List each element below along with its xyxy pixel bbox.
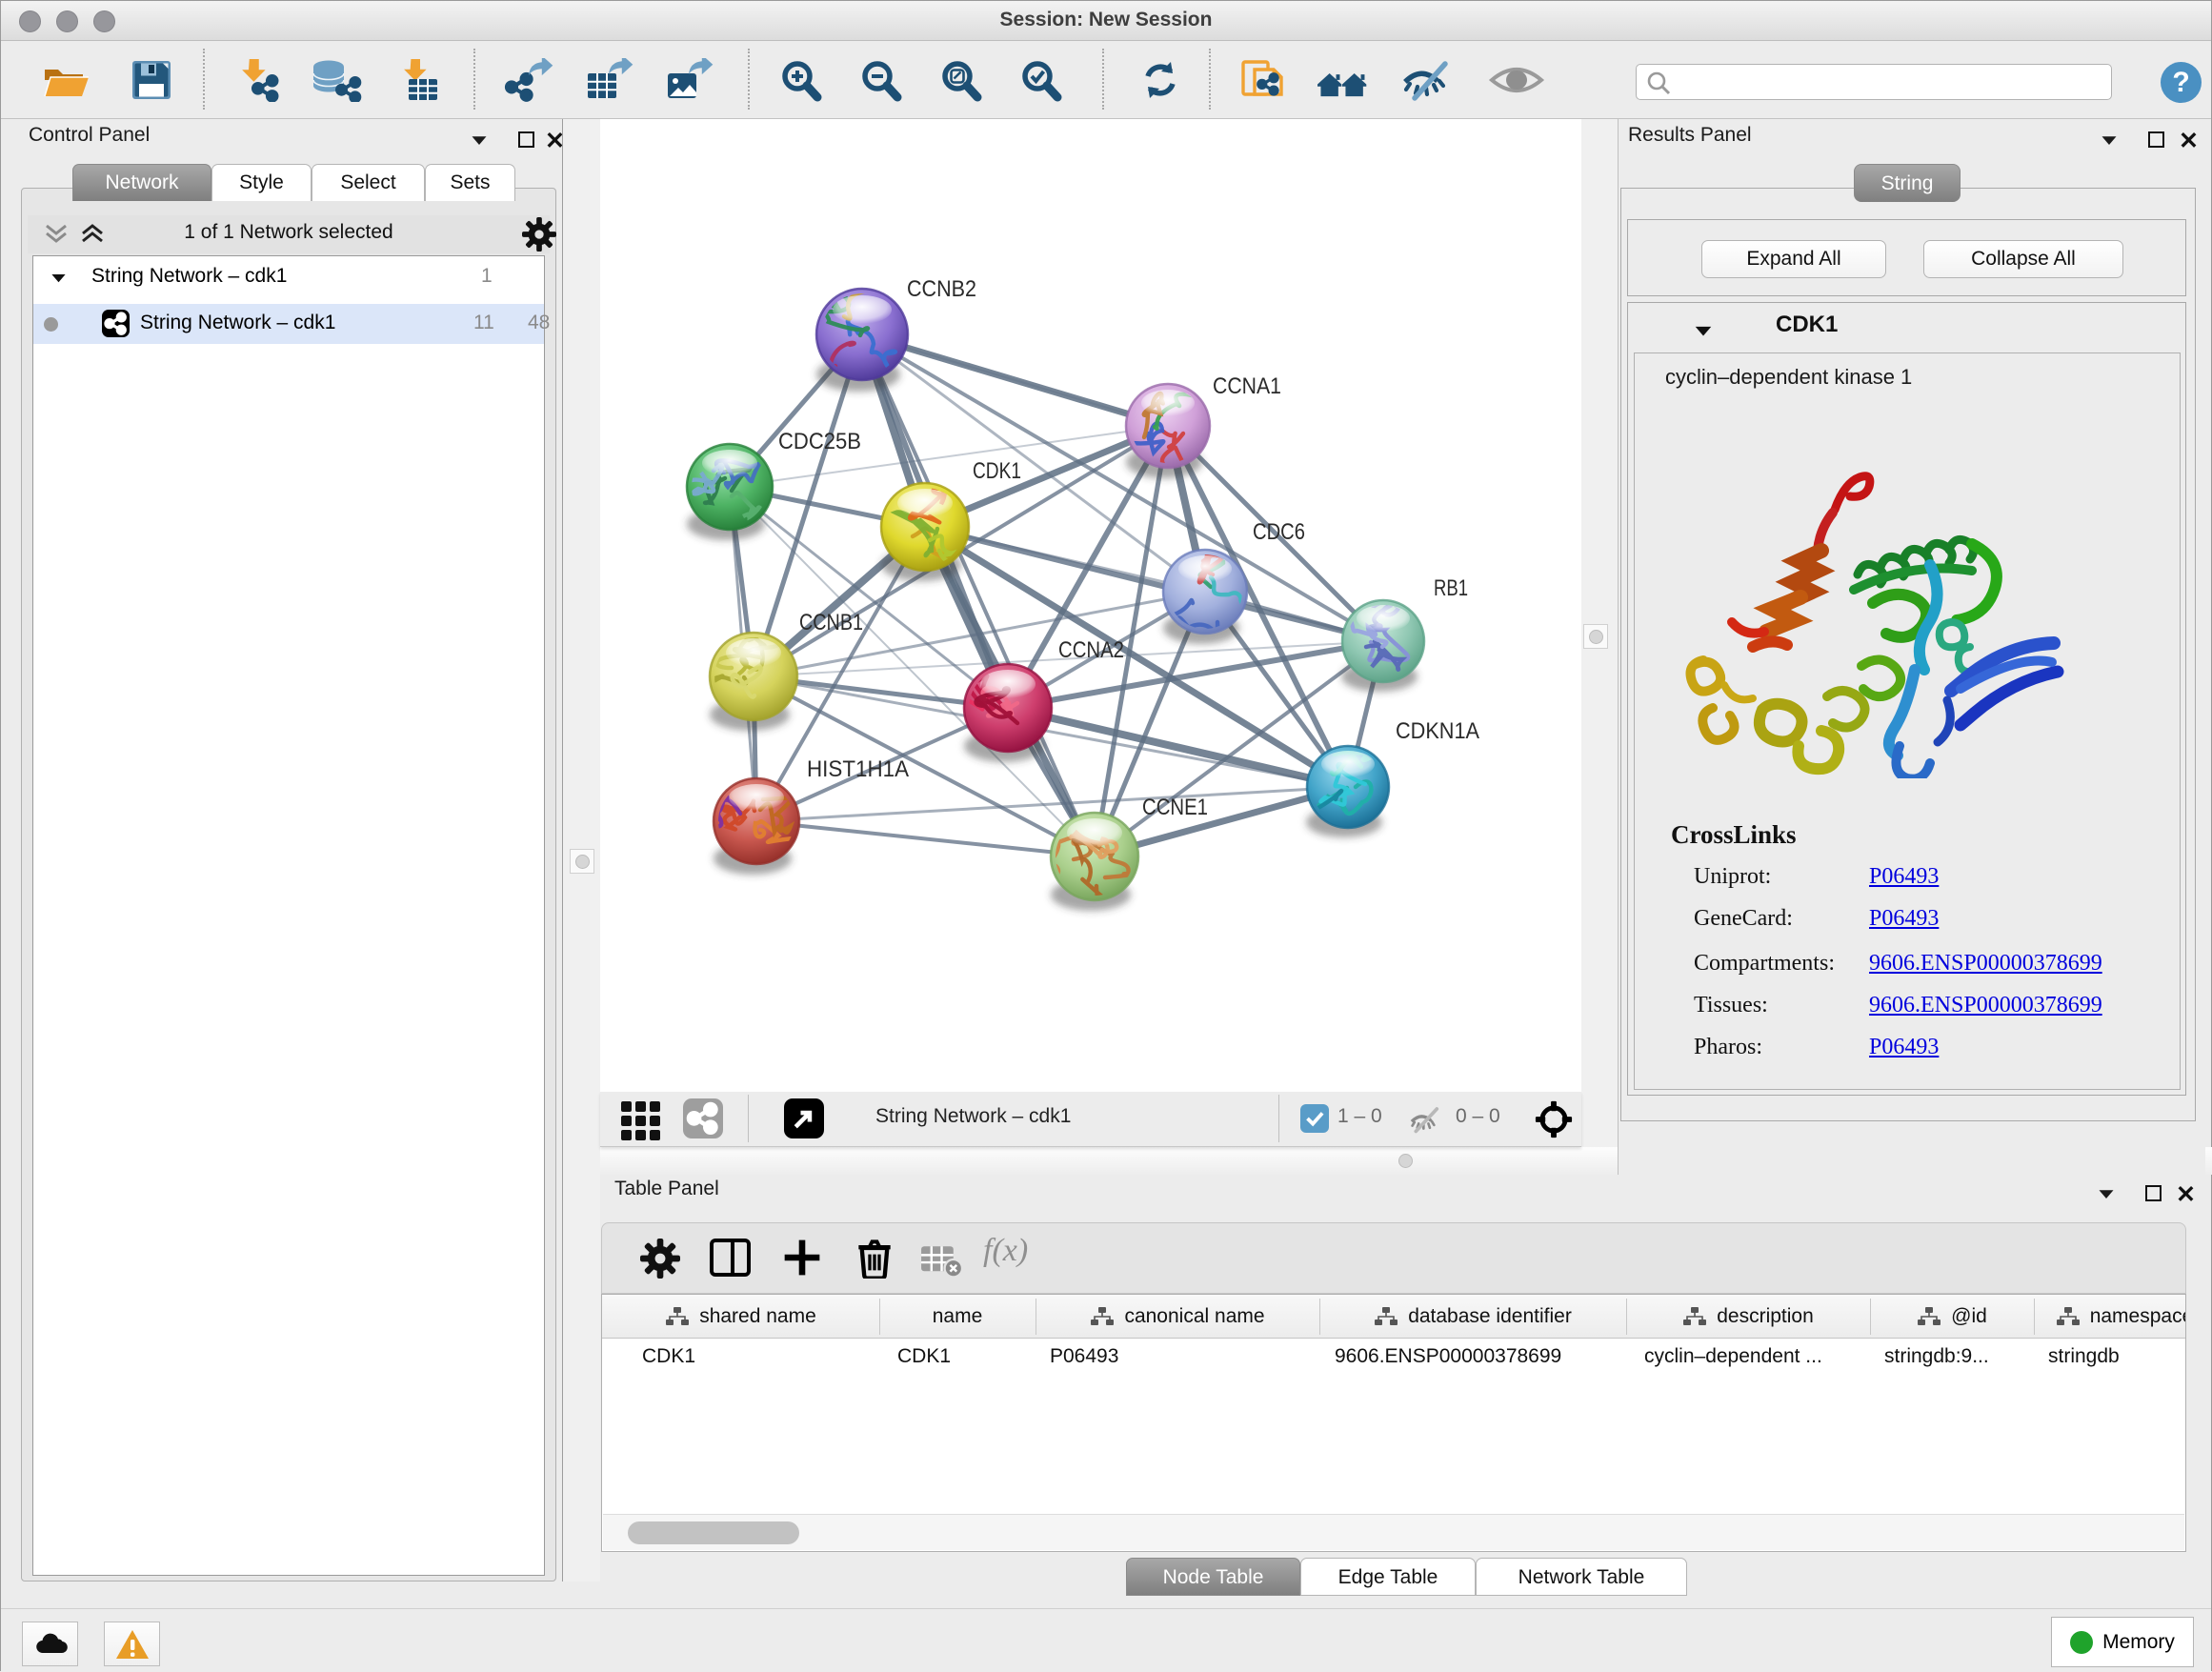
svg-text:CCNA1: CCNA1 xyxy=(1213,373,1281,399)
svg-text:CCNB2: CCNB2 xyxy=(907,276,976,302)
svg-text:CCNA2: CCNA2 xyxy=(1058,637,1124,663)
svg-text:CCNB1: CCNB1 xyxy=(799,610,863,635)
svg-text:CCNE1: CCNE1 xyxy=(1142,795,1208,820)
svg-text:CDC6: CDC6 xyxy=(1253,519,1305,545)
svg-text:CDK1: CDK1 xyxy=(973,458,1021,484)
svg-text:HIST1H1A: HIST1H1A xyxy=(807,756,909,782)
svg-text:RB1: RB1 xyxy=(1434,575,1468,601)
svg-text:CDC25B: CDC25B xyxy=(778,429,861,454)
svg-text:CDKN1A: CDKN1A xyxy=(1396,718,1479,744)
